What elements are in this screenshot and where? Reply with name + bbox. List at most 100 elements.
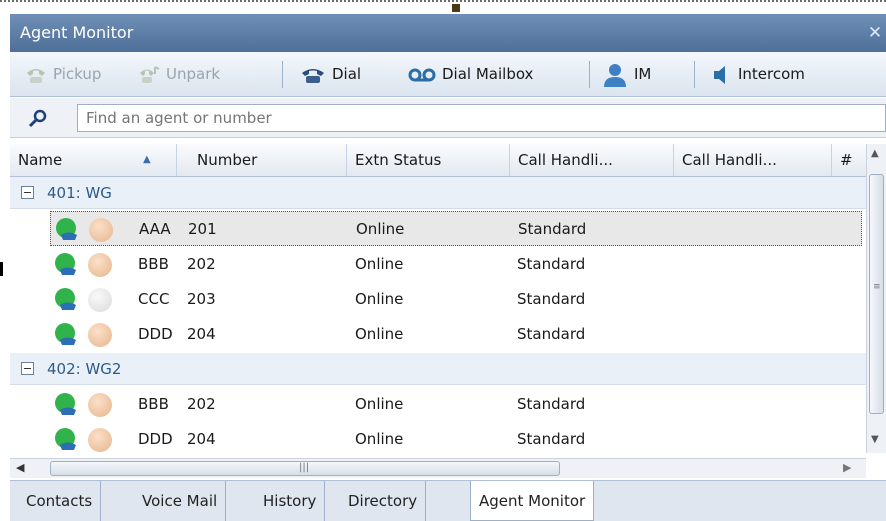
- dial-button[interactable]: Dial: [300, 52, 361, 97]
- intercom-button[interactable]: Intercom: [710, 52, 805, 97]
- column-header-count[interactable]: #: [832, 144, 866, 176]
- collapse-icon[interactable]: [21, 362, 34, 375]
- agent-row[interactable]: CCC 203 Online Standard: [50, 282, 862, 317]
- agent-row[interactable]: BBB 202 Online Standard: [50, 387, 862, 422]
- scroll-left-icon[interactable]: ◀: [16, 461, 24, 474]
- column-header-call-handling-1[interactable]: Call Handli...: [510, 144, 674, 176]
- agent-name: CCC: [138, 290, 170, 308]
- agent-number: 203: [187, 290, 216, 308]
- column-header-label: Name: [18, 151, 63, 169]
- presence-icon: [89, 218, 113, 242]
- tab-voice-mail[interactable]: Voice Mail: [134, 481, 227, 521]
- top-border: [0, 0, 886, 8]
- collapse-icon[interactable]: [21, 186, 34, 199]
- resize-handle[interactable]: [452, 4, 460, 12]
- column-header-label: Call Handli...: [682, 151, 777, 169]
- grip-icon: |||: [299, 462, 310, 473]
- column-headers: Name ▲ Number Extn Status Call Handli...…: [10, 144, 866, 177]
- pickup-label: Pickup: [53, 65, 102, 83]
- voicemail-icon: [408, 68, 436, 81]
- agent-row[interactable]: DDD 204 Online Standard: [50, 422, 862, 453]
- phone-status-icon: [56, 218, 77, 240]
- pickup-icon: [27, 68, 45, 83]
- tab-agent-monitor[interactable]: Agent Monitor: [470, 481, 595, 521]
- presence-icon: [88, 288, 112, 312]
- edge-marker: [0, 262, 3, 276]
- agent-row[interactable]: AAA 201 Online Standard: [50, 211, 862, 246]
- im-button[interactable]: IM: [602, 52, 651, 97]
- agent-extn-status: Online: [356, 220, 405, 238]
- im-label: IM: [634, 65, 652, 83]
- toolbar-separator: [282, 61, 283, 88]
- scroll-right-icon[interactable]: ▶: [843, 461, 851, 474]
- window-title: Agent Monitor: [20, 23, 134, 42]
- agent-call-handling: Standard: [517, 325, 586, 343]
- toolbar: Pickup Unpark Dial Dial Mailbox IM Inter…: [10, 52, 886, 97]
- agent-row[interactable]: DDD 204 Online Standard: [50, 317, 862, 352]
- agent-extn-status: Online: [355, 395, 404, 413]
- agent-number: 204: [187, 430, 216, 448]
- agent-number: 204: [187, 325, 216, 343]
- tab-history[interactable]: History: [255, 481, 326, 521]
- window-titlebar: Agent Monitor ✕: [10, 14, 886, 52]
- agent-grid: 401: WG AAA 201 Online Standard BBB 202 …: [10, 177, 866, 453]
- grip-icon: ≡: [873, 282, 881, 292]
- column-header-extn-status[interactable]: Extn Status: [347, 144, 510, 176]
- vertical-scroll-thumb[interactable]: ≡: [869, 174, 884, 414]
- horizontal-scroll-thumb[interactable]: |||: [50, 461, 560, 476]
- agent-call-handling: Standard: [517, 395, 586, 413]
- column-header-call-handling-2[interactable]: Call Handli...: [674, 144, 832, 176]
- scroll-up-icon[interactable]: ▲: [871, 148, 879, 159]
- intercom-label: Intercom: [738, 65, 805, 83]
- agent-number: 202: [187, 255, 216, 273]
- agent-extn-status: Online: [355, 290, 404, 308]
- agent-call-handling: Standard: [517, 290, 586, 308]
- group-label: 401: WG: [47, 184, 112, 202]
- group-header[interactable]: 402: WG2: [10, 353, 866, 385]
- agent-name: BBB: [138, 395, 169, 413]
- unpark-button[interactable]: Unpark: [138, 52, 220, 97]
- column-header-number[interactable]: Number: [177, 144, 347, 176]
- phone-icon: [302, 68, 324, 83]
- phone-status-icon: [55, 393, 76, 415]
- close-icon[interactable]: ✕: [864, 14, 886, 52]
- horizontal-scrollbar[interactable]: ◀ ||| ▶: [10, 458, 866, 478]
- dial-label: Dial: [332, 65, 362, 83]
- group-label: 402: WG2: [47, 360, 122, 378]
- presence-icon: [88, 393, 112, 417]
- dial-mailbox-label: Dial Mailbox: [442, 65, 534, 83]
- phone-status-icon: [55, 288, 76, 310]
- person-icon: [604, 63, 626, 87]
- column-header-label: Call Handli...: [518, 151, 613, 169]
- sort-ascending-icon: ▲: [143, 154, 151, 165]
- pickup-button[interactable]: Pickup: [25, 52, 101, 97]
- presence-icon: [88, 323, 112, 347]
- agent-extn-status: Online: [355, 430, 404, 448]
- speaker-icon: [714, 65, 725, 84]
- agent-number: 202: [187, 395, 216, 413]
- unpark-label: Unpark: [166, 65, 221, 83]
- column-header-name[interactable]: Name ▲: [10, 144, 177, 176]
- phone-status-icon: [55, 323, 76, 345]
- scroll-down-icon[interactable]: ▼: [871, 434, 879, 445]
- agent-call-handling: Standard: [517, 255, 586, 273]
- agent-name: DDD: [138, 430, 173, 448]
- column-header-label: Number: [197, 151, 258, 169]
- tab-contacts[interactable]: Contacts: [18, 481, 102, 521]
- search-row: [10, 98, 886, 138]
- vertical-scrollbar[interactable]: ▲ ≡ ▼: [866, 144, 886, 453]
- search-icon[interactable]: [28, 108, 48, 128]
- phone-status-icon: [55, 428, 76, 450]
- tab-directory[interactable]: Directory: [340, 481, 427, 521]
- search-input[interactable]: [77, 104, 886, 132]
- agent-name: BBB: [138, 255, 169, 273]
- agent-number: 201: [188, 220, 217, 238]
- dial-mailbox-button[interactable]: Dial Mailbox: [408, 52, 533, 97]
- toolbar-separator: [589, 61, 590, 88]
- agent-row[interactable]: BBB 202 Online Standard: [50, 247, 862, 282]
- column-header-label: #: [840, 151, 853, 169]
- presence-icon: [88, 253, 112, 277]
- agent-call-handling: Standard: [518, 220, 587, 238]
- group-header[interactable]: 401: WG: [10, 177, 866, 209]
- phone-status-icon: [55, 253, 76, 275]
